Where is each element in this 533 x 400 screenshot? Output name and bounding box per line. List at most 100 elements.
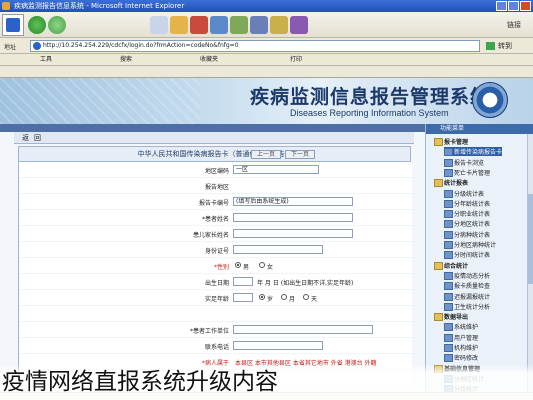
field-label: 实足年龄	[204, 296, 229, 303]
field-label: *患者姓名	[201, 216, 229, 223]
workplace-input[interactable]	[233, 325, 373, 334]
field-label: 报告卡编号	[198, 200, 229, 207]
links-item[interactable]: 工具	[40, 54, 52, 66]
sidebar-folder[interactable]: 数据导出	[434, 312, 468, 322]
sidebar-item[interactable]: 死亡卡片管理	[444, 168, 490, 177]
ie-app-icon	[2, 2, 10, 10]
tab-back[interactable]: 返	[22, 132, 29, 144]
favorites-icon[interactable]	[230, 16, 248, 34]
mail-icon[interactable]	[270, 16, 288, 34]
sidebar-item[interactable]: 分地区病种统计	[444, 240, 496, 249]
sidebar-item[interactable]: 迟报漏报统计	[444, 292, 490, 301]
home-icon[interactable]	[190, 16, 208, 34]
search-toolbar	[0, 66, 533, 78]
sidebar-item[interactable]: 分时间统计表	[444, 250, 490, 260]
sidebar-item[interactable]: 分地区统计表	[444, 219, 490, 229]
sidebar-header: 功能菜单	[426, 124, 533, 134]
address-url: http://10.254.254.229/cdcfx/login.do?frm…	[43, 42, 239, 49]
page-icon	[33, 42, 41, 50]
stop-icon[interactable]	[150, 16, 168, 34]
age-unit-option: 月	[289, 296, 296, 303]
forward-button[interactable]	[48, 16, 66, 34]
close-button[interactable]	[520, 1, 531, 11]
field-label: 报告地区	[204, 184, 229, 191]
sidebar-item[interactable]: 新增传染病报告卡	[444, 147, 503, 157]
field-label: 联系电话	[204, 344, 229, 351]
report-card-title: 中华人民共和国传染病报告卡（普通传染病报告）	[18, 146, 411, 162]
site-subtitle: Diseases Reporting Information System	[290, 108, 449, 118]
links-bar: 工具 搜索 收藏夹 打印	[0, 54, 533, 66]
maximize-button[interactable]	[508, 1, 519, 11]
sidebar-folder[interactable]: 统计报表	[434, 178, 468, 188]
sex-female-radio[interactable]	[259, 262, 265, 268]
links-item[interactable]: 收藏夹	[200, 54, 218, 66]
age-unit-option: 天	[311, 296, 318, 303]
field-label: 患儿家长姓名	[192, 232, 229, 239]
sidebar-item[interactable]: 系统维护	[444, 322, 478, 332]
field-label: 身份证号	[204, 248, 229, 255]
cdc-logo-icon	[472, 82, 508, 118]
sidebar-item[interactable]: 用户管理	[444, 333, 478, 342]
window-titlebar: 疾病监测报告信息系统 - Microsoft Internet Explorer	[0, 0, 533, 12]
phone-input[interactable]	[233, 341, 323, 350]
age-unit-year-radio[interactable]	[259, 294, 265, 300]
sex-option: 男	[243, 264, 250, 271]
address-bar: 地址 http://10.254.254.229/cdcfx/login.do?…	[0, 38, 533, 54]
site-title: 疾病监测信息报告管理系统	[250, 86, 491, 108]
banner-pattern	[0, 78, 200, 124]
go-button[interactable]: 转到	[484, 40, 524, 52]
sidebar-item[interactable]: 密码修改	[444, 353, 478, 363]
field-label: 地区编码	[204, 168, 229, 175]
sidebar-item[interactable]: 分年龄统计表	[444, 199, 490, 208]
links-item[interactable]: 打印	[290, 54, 302, 66]
image-caption: 疫情网络直报系统升级内容	[0, 364, 533, 400]
id-number-input[interactable]	[233, 245, 323, 254]
print-icon[interactable]	[290, 16, 308, 34]
tab-return[interactable]: 回	[34, 132, 41, 144]
links-item[interactable]: 搜索	[120, 54, 132, 66]
refresh-icon[interactable]	[170, 16, 188, 34]
parent-name-input[interactable]	[233, 229, 353, 238]
field-label: *患者工作单位	[189, 328, 229, 335]
field-label: 出生日期	[204, 280, 229, 287]
form-area: 返 回 中华人民共和国传染病报告卡（普通传染病报告） 地区编码 一区 上一页 下…	[0, 132, 425, 400]
prev-page-button[interactable]: 上一页	[251, 150, 281, 159]
sidebar-item[interactable]: 疫情动态分析	[444, 271, 490, 280]
windows-logo-icon	[2, 14, 24, 36]
sex-male-radio[interactable]	[235, 262, 241, 268]
age-unit-option: 岁	[267, 296, 274, 303]
minimize-button[interactable]	[496, 1, 507, 11]
next-page-button[interactable]: 下一页	[285, 150, 315, 159]
sidebar-folder[interactable]: 报卡管理	[434, 137, 468, 146]
site-banner: 疾病监测信息报告管理系统 Diseases Reporting Informat…	[0, 78, 533, 124]
function-sidebar: 功能菜单 报卡管理 新增传染病报告卡 报告卡浏览 死亡卡片管理 统计报表 分级统计表 分年龄…	[425, 124, 533, 400]
sidebar-item[interactable]: 卫生统计分析	[444, 302, 490, 311]
history-icon[interactable]	[250, 16, 268, 34]
birthdate-hint: 年 月 日 (如出生日期不详,实足年龄)	[257, 280, 354, 287]
age-input[interactable]	[233, 293, 253, 302]
sidebar-item[interactable]: 报告卡浏览	[444, 158, 484, 167]
sidebar-item[interactable]: 分职业统计表	[444, 209, 490, 219]
birth-year-input[interactable]	[233, 277, 253, 286]
patient-name-input[interactable]	[233, 213, 353, 222]
form-tabs: 返 回	[14, 132, 414, 144]
address-label: 地址	[4, 44, 17, 51]
sidebar-item[interactable]: 报卡质量检查	[444, 281, 490, 291]
sidebar-folder[interactable]: 综合统计	[434, 261, 468, 270]
window-title: 疾病监测报告信息系统 - Microsoft Internet Explorer	[14, 2, 185, 10]
address-input[interactable]: http://10.254.254.229/cdcfx/login.do?frm…	[30, 40, 480, 52]
sidebar-item[interactable]: 分病种统计表	[444, 230, 490, 239]
sidebar-item[interactable]: 机构维护	[444, 343, 478, 352]
region-code-select[interactable]: 一区	[233, 165, 319, 174]
age-unit-day-radio[interactable]	[303, 294, 309, 300]
browser-toolbar: 链接	[0, 12, 533, 38]
card-number-field[interactable]: (填写后由系统生成)	[233, 197, 353, 206]
back-button[interactable]	[28, 16, 46, 34]
sex-option: 女	[267, 264, 274, 271]
age-unit-month-radio[interactable]	[281, 294, 287, 300]
search-icon[interactable]	[210, 16, 228, 34]
links-label[interactable]: 链接	[507, 20, 521, 30]
sidebar-scrollbar[interactable]	[527, 134, 533, 400]
window-controls	[496, 1, 531, 11]
sidebar-item[interactable]: 分级统计表	[444, 189, 484, 198]
